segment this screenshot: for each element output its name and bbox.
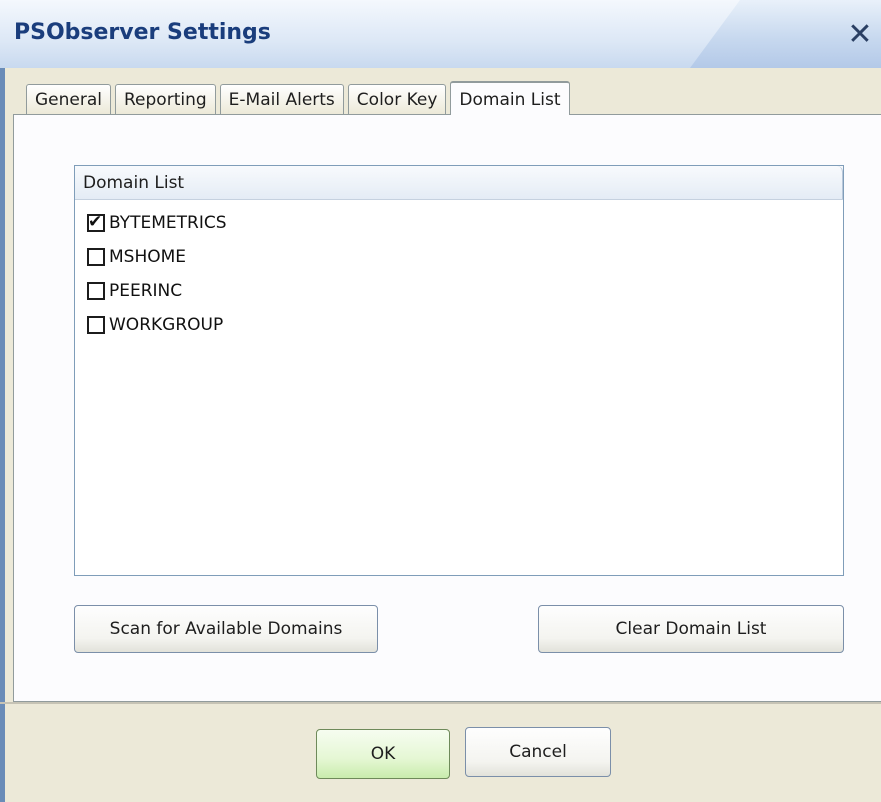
checkmark-icon: ✔ <box>88 212 103 232</box>
scan-domains-button[interactable]: Scan for Available Domains <box>74 605 378 653</box>
tab-general[interactable]: General <box>26 84 111 114</box>
header-edge <box>834 166 843 199</box>
window-left-border <box>0 68 5 802</box>
settings-window: PSObserver Settings ✕ General Reporting … <box>0 0 881 802</box>
cancel-button[interactable]: Cancel <box>465 727 611 777</box>
list-header-label: Domain List <box>83 173 185 193</box>
domain-checkbox-mshome[interactable] <box>87 248 105 266</box>
tab-reporting[interactable]: Reporting <box>115 84 216 114</box>
domain-checkbox-peerinc[interactable] <box>87 282 105 300</box>
panel-separator <box>0 702 881 704</box>
ok-button[interactable]: OK <box>316 729 450 779</box>
list-item-mshome[interactable]: MSHOME <box>87 240 227 274</box>
domain-label: MSHOME <box>109 247 187 267</box>
tab-color-key[interactable]: Color Key <box>347 84 447 114</box>
domain-label: WORKGROUP <box>109 315 224 335</box>
list-column-header[interactable]: Domain List <box>75 166 843 200</box>
tab-domain-list[interactable]: Domain List <box>450 81 570 115</box>
domain-items: ✔ BYTEMETRICS MSHOME PEERINC WORKGROUP <box>87 206 227 342</box>
close-button[interactable]: ✕ <box>843 18 877 54</box>
clear-domain-list-button[interactable]: Clear Domain List <box>538 605 844 653</box>
title-bar: PSObserver Settings ✕ <box>0 0 881 69</box>
domain-label: PEERINC <box>109 281 183 301</box>
tab-email-alerts[interactable]: E-Mail Alerts <box>219 84 344 114</box>
domain-checkbox-workgroup[interactable] <box>87 316 105 334</box>
list-item-peerinc[interactable]: PEERINC <box>87 274 227 308</box>
domain-label: BYTEMETRICS <box>109 213 227 233</box>
close-icon: ✕ <box>847 17 873 52</box>
tab-strip: General Reporting E-Mail Alerts Color Ke… <box>26 80 574 115</box>
domain-listview[interactable]: Domain List ✔ BYTEMETRICS MSHOME PEERINC… <box>74 165 844 576</box>
domain-checkbox-bytemetrics[interactable]: ✔ <box>87 212 105 232</box>
list-item-workgroup[interactable]: WORKGROUP <box>87 308 227 342</box>
window-title: PSObserver Settings <box>14 20 271 45</box>
list-item-bytemetrics[interactable]: ✔ BYTEMETRICS <box>87 206 227 240</box>
